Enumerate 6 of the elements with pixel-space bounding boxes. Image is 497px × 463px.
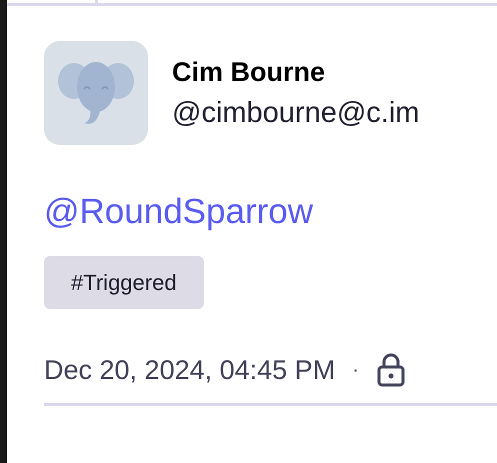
author-handle: @cimbourne@c.im (172, 96, 420, 131)
author-name: Cim Bourne (172, 56, 326, 89)
separator-dot: · (352, 358, 359, 383)
mention-link[interactable]: @RoundSparrow (44, 192, 313, 231)
post-timestamp: Dec 20, 2024, 04:45 PM (44, 354, 336, 387)
hashtag-chip[interactable]: #Triggered (44, 256, 204, 309)
